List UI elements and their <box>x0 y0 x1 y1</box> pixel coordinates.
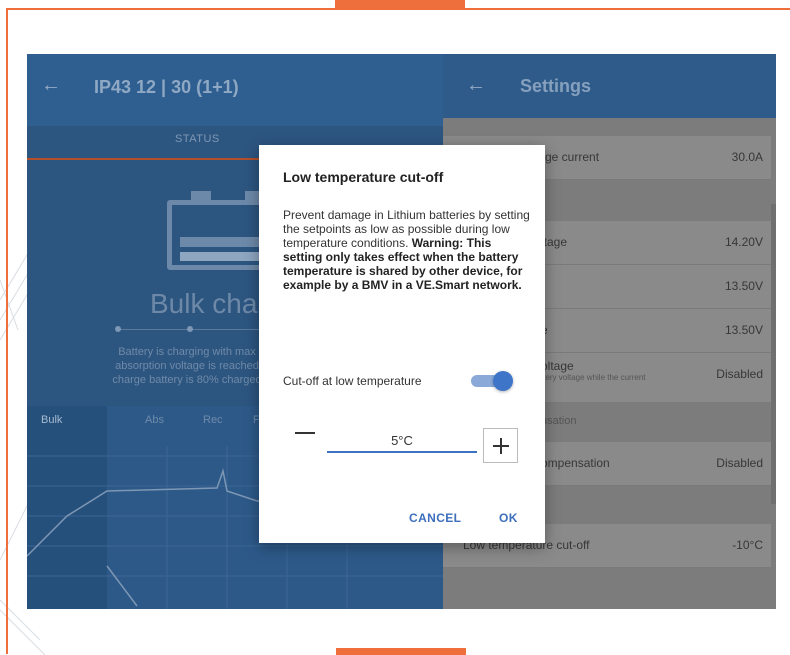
temperature-input[interactable] <box>327 429 477 453</box>
state-dot <box>115 326 121 332</box>
back-arrow-icon[interactable]: ← <box>41 74 61 97</box>
dialog-body: Prevent damage in Lithium batteries by s… <box>283 208 533 292</box>
setting-label: rge current <box>541 150 600 164</box>
increment-button[interactable] <box>483 428 518 463</box>
section-label: nsation <box>541 415 577 427</box>
setting-sublabel: ttery voltage while the current <box>541 373 646 382</box>
back-arrow-icon[interactable]: ← <box>466 74 486 97</box>
settings-scrollbar[interactable] <box>771 204 776 504</box>
setting-value: 14.20V <box>724 235 763 249</box>
settings-title: Settings <box>520 76 592 96</box>
low-temperature-cut-off-dialog: Low temperature cut-off Prevent damage i… <box>259 145 545 543</box>
device-title: IP43 12 | 30 (1+1) <box>94 77 239 97</box>
setting-label: ompensation <box>541 456 610 470</box>
dialog-description: Prevent damage in Lithium batteries by s… <box>283 208 530 250</box>
setting-value: 13.50V <box>724 279 763 293</box>
battery-terminal <box>191 191 211 200</box>
decrement-button[interactable] <box>295 432 315 434</box>
setting-label: oltage <box>541 359 574 373</box>
phase-label-recondition: Rec <box>203 414 223 426</box>
phase-label-absorption: Abs <box>145 414 164 426</box>
setting-value: Disabled <box>716 456 763 470</box>
charge-state-text: Bulk cha <box>150 288 258 319</box>
temperature-stepper <box>327 429 477 457</box>
setting-value: Disabled <box>716 367 763 381</box>
cancel-button[interactable]: CANCEL <box>409 511 461 525</box>
settings-header: ← Settings <box>443 54 776 118</box>
cut-off-toggle-label: Cut-off at low temperature <box>283 374 422 388</box>
dialog-title: Low temperature cut-off <box>283 169 444 185</box>
device-header: ← IP43 12 | 30 (1+1) <box>27 54 443 126</box>
frame-accent-bottom <box>336 648 466 655</box>
tab-status-label: STATUS <box>175 133 220 145</box>
frame-accent-top <box>335 0 465 10</box>
setting-value: 13.50V <box>724 323 763 337</box>
setting-value: -10°C <box>732 538 763 552</box>
ok-button[interactable]: OK <box>499 511 518 525</box>
state-dot <box>187 326 193 332</box>
cut-off-toggle-knob[interactable] <box>493 371 513 391</box>
setting-value: 30.0A <box>731 150 763 164</box>
phase-label-bulk: Bulk <box>41 414 63 426</box>
